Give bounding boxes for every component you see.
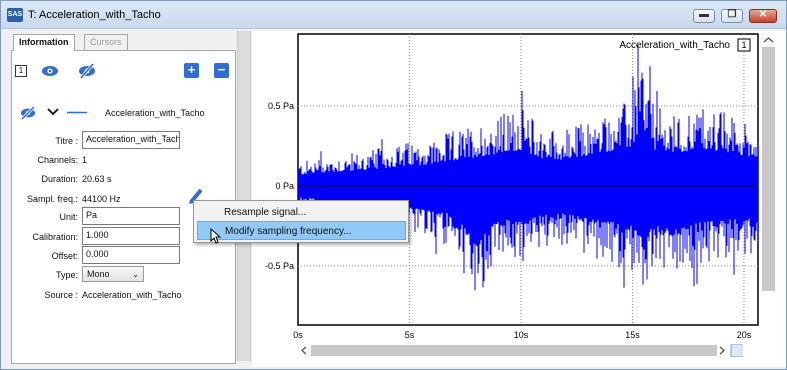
remove-signal-button[interactable]: − (214, 63, 229, 78)
channels-label: Channels: (37, 155, 78, 165)
menu-item-resample[interactable]: Resample signal... (197, 203, 406, 222)
app-icon: SAS (7, 8, 23, 22)
duration-label: Duration: (41, 174, 78, 184)
source-label: Source : (44, 290, 78, 300)
title-bar: SAS T: Acceleration_with_Tacho ▬ ❐ ✕ (1, 1, 786, 29)
scroll-left-icon (301, 346, 307, 355)
chevron-down-icon: ⌄ (132, 270, 139, 279)
x-tick-label: 5s (405, 330, 415, 340)
type-select-value: Mono (87, 269, 110, 279)
x-tick-label: 10s (514, 330, 529, 340)
close-icon: ✕ (758, 9, 768, 20)
x-tick-label: 20s (737, 330, 752, 340)
add-signal-button[interactable]: + (184, 63, 199, 78)
waveform-chart-area: 0s 5s 10s 15s 20s 0.5 Pa 0 Pa -0.5 Pa Accelerati… (240, 31, 786, 367)
tab-cursors[interactable]: Cursors (84, 34, 128, 50)
horizontal-scroll-thumb (311, 345, 717, 356)
chevron-down-icon[interactable] (47, 107, 59, 117)
mouse-cursor-icon (210, 228, 222, 244)
type-label: Type: (55, 270, 78, 280)
sampling-frequency-value: 44100 Hz (82, 194, 121, 204)
waveform-chart[interactable]: 0s 5s 10s 15s 20s 0.5 Pa 0 Pa -0.5 Pa Accelerati… (240, 31, 786, 367)
calibration-input[interactable]: 1.000 (82, 227, 180, 245)
unit-label: Unit: (59, 212, 78, 222)
minimize-icon: ▬ (699, 9, 709, 20)
y-tick-label: -0.5 Pa (265, 261, 294, 271)
source-value: Acceleration_with_Tacho (82, 290, 182, 300)
channels-value: 1 (82, 155, 88, 165)
x-tick-label: 15s (625, 330, 640, 340)
sampling-frequency-label: Sampl. freq.: (26, 194, 78, 204)
titre-label: Titre : (55, 136, 78, 146)
app-window: SAS T: Acceleration_with_Tacho ▬ ❐ ✕ Inf… (0, 0, 787, 370)
calibration-label: Calibration: (32, 232, 78, 242)
horizontal-scrollbar[interactable] (298, 344, 743, 357)
channel-badge[interactable]: 1 (15, 65, 27, 77)
tab-information[interactable]: Information (13, 34, 75, 51)
info-panel: Information Cursors 1 + − Acceleration_w… (9, 31, 236, 365)
offset-input[interactable]: 0.000 (82, 246, 180, 264)
restore-icon: ❐ (727, 9, 737, 20)
menu-item-modify-sampling-frequency[interactable]: Modify sampling frequency... (197, 221, 406, 240)
scroll-up-icon (763, 37, 774, 43)
scroll-right-icon (719, 346, 725, 355)
minimize-button[interactable]: ▬ (693, 9, 715, 23)
type-select[interactable]: Mono ⌄ (82, 266, 144, 282)
context-menu: Resample signal... Modify sampling frequ… (193, 200, 409, 243)
line-color-swatch (67, 111, 87, 114)
eye-off-icon[interactable] (78, 63, 96, 79)
x-tick-label: 0s (293, 330, 303, 340)
zoom-in-horizontal-icon (730, 344, 743, 357)
offset-label: Offset: (51, 251, 78, 261)
window-title: T: Acceleration_with_Tacho (28, 9, 161, 21)
y-tick-label: 0.5 Pa (268, 101, 294, 111)
unit-input[interactable]: Pa (82, 207, 180, 225)
panel-splitter[interactable] (237, 31, 251, 361)
restore-button[interactable]: ❐ (721, 9, 743, 23)
eye-icon[interactable] (41, 65, 59, 77)
chart-title: Acceleration_with_Tacho (619, 40, 730, 51)
vertical-scrollbar[interactable] (761, 33, 776, 293)
duration-value: 20.63 s (82, 174, 112, 184)
hide-signal-icon[interactable] (20, 106, 36, 120)
vertical-scroll-thumb (762, 47, 775, 291)
y-tick-label: 0 Pa (275, 181, 294, 191)
titre-input[interactable]: Acceleration_with_Tacho (82, 131, 180, 149)
close-button[interactable]: ✕ (749, 9, 777, 23)
legend-badge-text: 1 (741, 40, 746, 50)
signal-name: Acceleration_with_Tacho (105, 108, 205, 118)
